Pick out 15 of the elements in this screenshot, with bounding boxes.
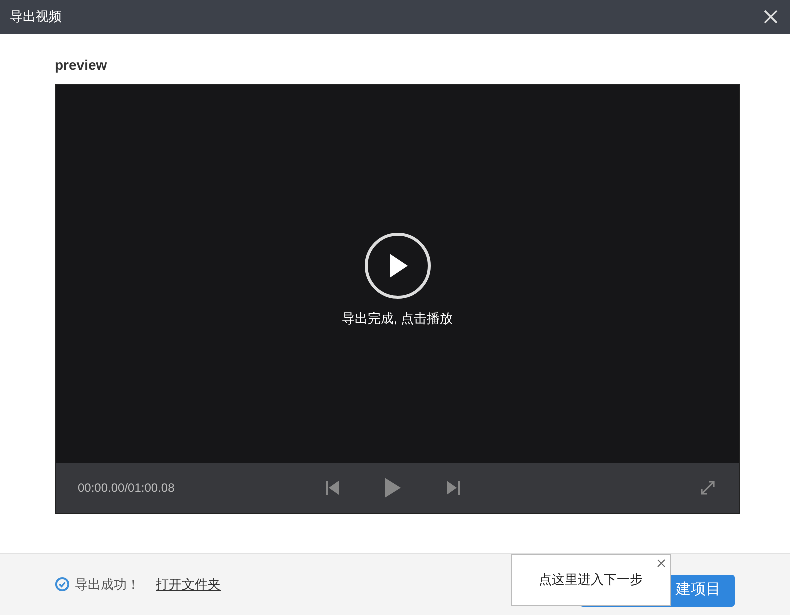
window-title: 导出视频 (10, 8, 62, 26)
previous-button[interactable] (326, 480, 340, 496)
preview-label: preview (55, 56, 108, 75)
status-text: 导出成功！ (75, 576, 140, 594)
next-button[interactable] (446, 480, 460, 496)
play-button[interactable] (364, 233, 430, 300)
check-circle-icon (55, 577, 70, 592)
play-message: 导出完成, 点击播放 (342, 310, 454, 328)
close-button[interactable] (762, 8, 780, 26)
fullscreen-button[interactable] (699, 479, 717, 497)
open-folder-link[interactable]: 打开文件夹 (156, 574, 221, 594)
time-display: 00:00.00/01:00.08 (78, 480, 176, 497)
play-icon[interactable] (384, 477, 402, 499)
tooltip-text: 点这里进入下一步 (539, 571, 643, 590)
close-icon[interactable] (657, 559, 666, 568)
